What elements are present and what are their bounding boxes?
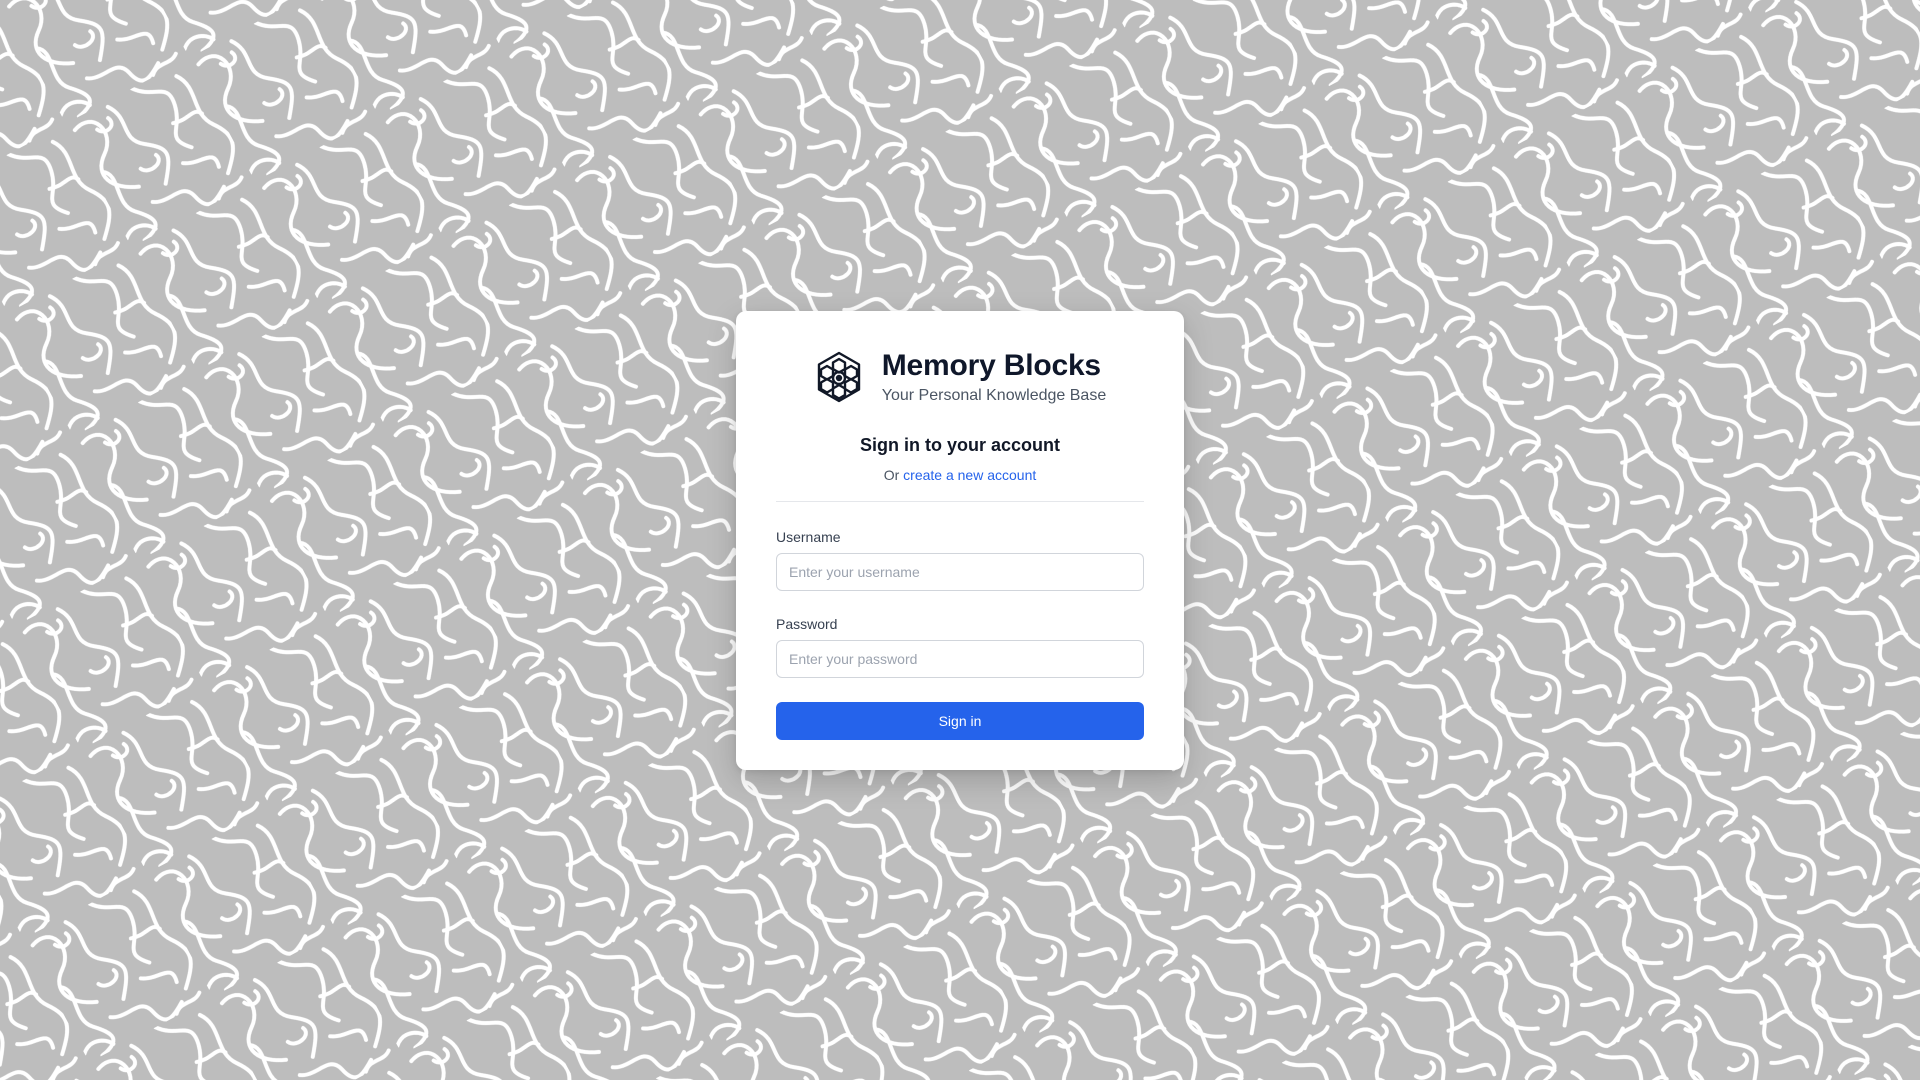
username-input[interactable] xyxy=(776,553,1144,591)
signup-prompt: Or create a new account xyxy=(776,466,1144,484)
signin-card: Memory Blocks Your Personal Knowledge Ba… xyxy=(736,311,1184,770)
app-title: Memory Blocks xyxy=(881,348,1101,382)
hexagonal-cube-icon xyxy=(814,351,864,403)
brand-header: Memory Blocks Your Personal Knowledge Ba… xyxy=(776,347,1144,407)
password-input[interactable] xyxy=(776,640,1144,678)
username-field-group: Username xyxy=(776,528,1144,591)
password-field-group: Password xyxy=(776,615,1144,678)
divider xyxy=(776,501,1144,502)
signin-heading: Sign in to your account xyxy=(859,435,1060,455)
or-text: Or xyxy=(883,467,904,483)
brand-text: Memory Blocks Your Personal Knowledge Ba… xyxy=(882,349,1106,406)
sign-in-button[interactable]: Sign in xyxy=(776,702,1144,740)
create-account-link[interactable]: create a new account xyxy=(903,467,1036,483)
app-subtitle: Your Personal Knowledge Base xyxy=(881,386,1107,404)
password-label: Password xyxy=(776,616,838,632)
username-label: Username xyxy=(776,529,841,545)
